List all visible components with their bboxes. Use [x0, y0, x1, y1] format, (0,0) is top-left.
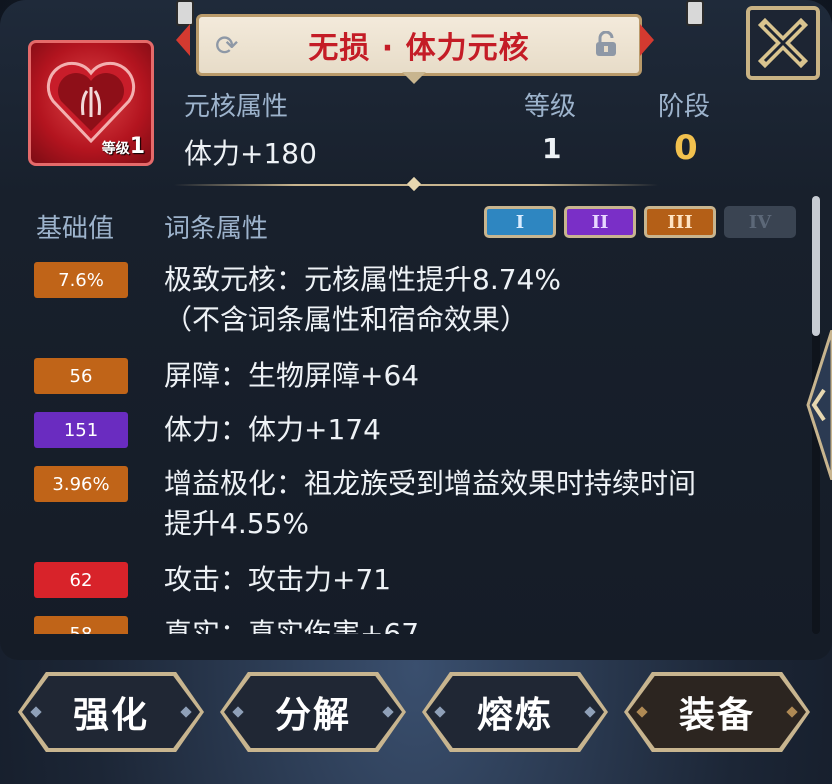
- decompose-label: 分解: [274, 695, 351, 736]
- attr-entry-text: 增益极化：祖龙族受到增益效果时持续时间 提升4.55%: [164, 467, 697, 540]
- refresh-icon[interactable]: ⟳: [215, 29, 238, 62]
- base-value-header: 基础值: [36, 214, 115, 244]
- attr-entry-text: 屏障：生物屏障+64: [164, 359, 420, 392]
- base-value-badge: 151: [34, 412, 128, 448]
- attr-entry-header: 词条属性: [164, 214, 269, 244]
- stage-label: 阶段: [658, 92, 711, 122]
- title-banner: ⟳ 无损 · 体力元核: [196, 14, 642, 76]
- close-icon: [757, 17, 809, 69]
- stage-value: 0: [674, 128, 698, 168]
- unlock-icon[interactable]: [595, 31, 617, 57]
- enhance-button[interactable]: 强化: [18, 672, 204, 752]
- hanging-chain-left: [176, 0, 194, 26]
- attr-entry-text: 真实：真实伤害+67: [164, 617, 420, 634]
- core-item-icon[interactable]: 等级1: [28, 40, 154, 166]
- decompose-button[interactable]: 分解: [220, 672, 406, 752]
- base-value-badge: 56: [34, 358, 128, 394]
- close-button[interactable]: [746, 6, 820, 80]
- level-value: 1: [542, 132, 562, 165]
- attr-entry-text: 体力：体力+174: [164, 413, 381, 446]
- core-title: 无损 · 体力元核: [308, 31, 530, 66]
- next-core-arrow-icon[interactable]: [640, 24, 654, 56]
- hanging-chain-right: [686, 0, 704, 26]
- tier-tabs: I II III IV: [484, 206, 796, 238]
- base-value-badge: 58: [34, 616, 128, 634]
- prev-core-arrow-icon[interactable]: [176, 24, 190, 56]
- base-value-badge: 62: [34, 562, 128, 598]
- smelt-label: 熔炼: [476, 695, 553, 736]
- attr-entry-text: 攻击：攻击力+71: [164, 563, 392, 596]
- banner-notch: [402, 72, 426, 84]
- base-value-badge: 7.6%: [34, 262, 128, 298]
- tier-tab-3[interactable]: III: [644, 206, 716, 238]
- equip-label: 装备: [678, 695, 755, 736]
- core-level-badge: 等级1: [101, 134, 145, 159]
- core-attr-label: 元核属性: [184, 92, 289, 122]
- attr-entry-text: 极致元核：元核属性提升8.74% （不含词条属性和宿命效果）: [164, 263, 561, 336]
- base-value-badge: 3.96%: [34, 466, 128, 502]
- equip-button[interactable]: 装备: [624, 672, 810, 752]
- core-attr-value: 体力+180: [184, 137, 317, 170]
- tier-tab-4[interactable]: IV: [724, 206, 796, 238]
- tier-tab-1[interactable]: I: [484, 206, 556, 238]
- enhance-label: 强化: [72, 695, 149, 736]
- attribute-list[interactable]: 基础值 词条属性 I II III IV 7.6% 极致元核：元核属性提升8.7…: [16, 194, 808, 634]
- smelt-button[interactable]: 熔炼: [422, 672, 608, 752]
- level-label: 等级: [524, 92, 577, 122]
- tier-tab-2[interactable]: II: [564, 206, 636, 238]
- scroll-thumb[interactable]: [812, 196, 820, 336]
- side-expand-icon[interactable]: [804, 330, 832, 480]
